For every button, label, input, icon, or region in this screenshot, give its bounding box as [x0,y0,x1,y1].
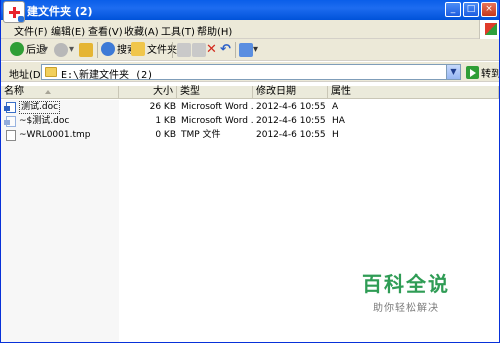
address-label: 地址(D) [9,70,45,81]
address-bar: 地址(D) E:\新建文件夹 (2) ▼ 转到 [1,62,500,82]
forward-button[interactable] [54,43,68,57]
column-header-size[interactable]: 大小 [119,86,177,99]
file-type: Microsoft Word ... [181,116,253,126]
back-dropdown[interactable]: ▾ [43,42,48,58]
address-path: E:\新建文件夹 (2) [61,70,154,81]
menu-edit[interactable]: 编辑(E) [51,23,85,38]
watermark: 百科全说 助你轻松解决 [341,268,471,314]
back-arrow-icon [10,42,24,56]
address-dropdown[interactable]: ▼ [446,65,460,79]
file-name: ~WRL0001.tmp [19,130,91,140]
column-header-attributes[interactable]: 属性 [328,86,499,99]
title-bar[interactable]: 建文件夹 (2) _ □ × [1,0,499,20]
column-header-name[interactable]: 名称 [1,86,119,99]
watermark-title: 百科全说 [362,272,450,296]
column-header-type[interactable]: 类型 [177,86,253,99]
file-size: 0 KB [155,130,176,140]
search-icon [101,42,115,56]
toolbar: 后退 ▾ ▾ 搜索 文件夹 ✕ ↶ ▾ [1,39,499,61]
close-button[interactable]: × [481,2,497,17]
watermark-subtitle: 助你轻松解决 [373,303,439,314]
move-to-icon[interactable] [177,43,191,57]
file-row[interactable]: 测试.doc 26 KB Microsoft Word ... 2012-4-6… [1,101,499,114]
file-name: ~$测试.doc [19,116,70,126]
file-attributes: A [332,102,339,112]
go-button[interactable]: 转到 [466,65,500,80]
folder-icon [45,67,57,77]
menu-file[interactable]: 文件(F) [14,23,48,38]
file-modified: 2012-4-6 10:55 [256,116,326,126]
window-title: 建文件夹 (2) [27,5,93,18]
menu-help[interactable]: 帮助(H) [197,23,232,38]
file-name: 测试.doc [19,101,61,114]
tmp-file-icon [6,130,16,141]
column-name-label: 名称 [4,86,24,97]
copy-to-icon[interactable] [192,43,206,57]
views-dropdown[interactable]: ▾ [253,42,258,58]
word-icon [4,116,16,127]
menu-tools[interactable]: 工具(T) [161,23,195,38]
column-type-label: 类型 [180,86,200,97]
forward-dropdown[interactable]: ▾ [69,42,74,58]
file-row[interactable]: ~$测试.doc 1 KB Microsoft Word ... 2012-4-… [1,115,499,128]
menu-view[interactable]: 查看(V) [88,23,123,38]
file-type: TMP 文件 [181,130,221,140]
file-attributes: H [332,130,339,140]
app-logo-icon [3,1,25,23]
file-row[interactable]: ~WRL0001.tmp 0 KB TMP 文件 2012-4-6 10:55 … [1,129,499,142]
minimize-button[interactable]: _ [445,2,461,17]
explorer-window: 建文件夹 (2) _ □ × 文件(F) 编辑(E) 查看(V) 收藏(A) 工… [0,0,500,343]
menu-favorites[interactable]: 收藏(A) [124,23,159,38]
go-label: 转到 [481,69,500,80]
sort-ascending-icon [45,90,51,94]
file-modified: 2012-4-6 10:55 [256,102,326,112]
back-button[interactable]: 后退 [10,42,46,58]
delete-icon[interactable]: ✕ [206,42,217,58]
folder-icon [131,42,145,56]
undo-icon[interactable]: ↶ [220,42,231,58]
column-header-modified[interactable]: 修改日期 [253,86,328,99]
maximize-button[interactable]: □ [463,2,479,17]
menu-bar: 文件(F) 编辑(E) 查看(V) 收藏(A) 工具(T) 帮助(H) [1,20,499,39]
go-arrow-icon [466,66,479,79]
file-size: 26 KB [149,102,176,112]
word-icon [4,102,16,113]
column-modified-label: 修改日期 [256,86,296,97]
file-type: Microsoft Word ... [181,102,253,112]
file-size: 1 KB [155,116,176,126]
column-attributes-label: 属性 [331,86,351,97]
file-attributes: HA [332,116,345,126]
column-size-label: 大小 [153,86,173,97]
folders-button[interactable]: 文件夹 [131,42,177,58]
address-input[interactable]: E:\新建文件夹 (2) ▼ [41,64,461,81]
views-icon[interactable] [239,43,253,57]
up-folder-icon[interactable] [79,43,93,57]
windows-logo-icon [479,20,499,39]
file-modified: 2012-4-6 10:55 [256,130,326,140]
